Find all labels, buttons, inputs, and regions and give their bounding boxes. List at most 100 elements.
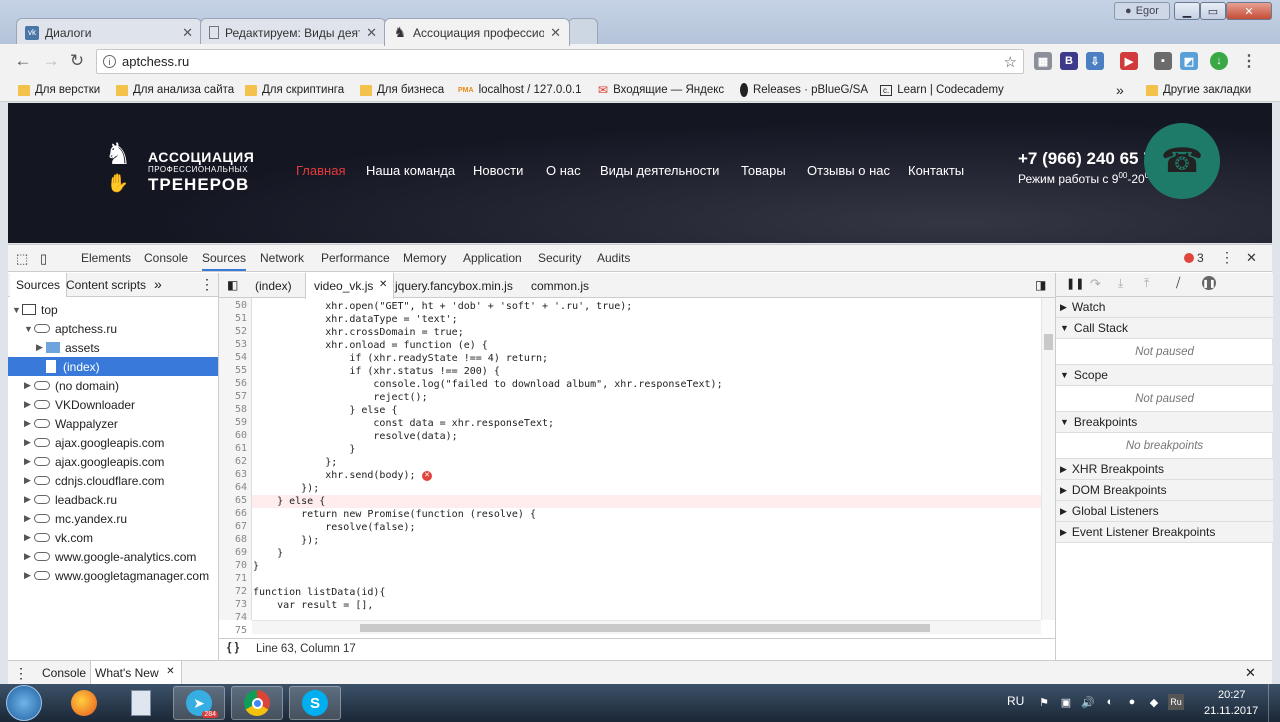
language-indicator[interactable]: RU [1007, 694, 1024, 708]
code-line[interactable]: xhr.open("GET", ht + 'dob' + 'soft' + '.… [253, 300, 632, 313]
debugger-section-header[interactable]: ▼ Call Stack [1056, 318, 1273, 339]
line-number[interactable]: 50 [235, 300, 247, 311]
vertical-scrollbar[interactable] [1041, 298, 1055, 620]
debugger-section-header[interactable]: ▶ Watch [1056, 297, 1273, 318]
download-extension-icon[interactable]: ⇩ [1086, 52, 1104, 70]
close-window-button[interactable]: ✕ [1226, 2, 1272, 20]
nav-activities[interactable]: Виды деятельности [600, 163, 719, 178]
video-extension-icon[interactable]: ▶ [1120, 52, 1138, 70]
extension-icon[interactable]: ◩ [1180, 52, 1198, 70]
nav-home[interactable]: Главная [296, 163, 345, 178]
tray-app-icon[interactable]: ◐ [1102, 694, 1118, 710]
code-line[interactable]: } [253, 547, 283, 560]
line-number[interactable]: 72 [235, 586, 247, 597]
chrome-icon[interactable] [231, 686, 283, 720]
nav-tab-content-scripts[interactable]: Content scripts [66, 278, 146, 292]
calculator-icon[interactable] [115, 686, 167, 720]
debugger-section-header[interactable]: ▶ DOM Breakpoints [1056, 480, 1273, 501]
editor-tab-fancybox[interactable]: jquery.fancybox.min.js [387, 273, 521, 298]
tray-app-icon[interactable]: ◆ [1146, 694, 1162, 710]
minimize-button[interactable]: ▁ [1174, 2, 1200, 20]
close-icon[interactable]: ✕ [166, 666, 174, 677]
step-into-icon[interactable]: ⤓ [1118, 276, 1123, 291]
nav-reviews[interactable]: Отзывы о нас [807, 163, 890, 178]
tree-item[interactable]: ▶ (no domain) [8, 376, 218, 395]
editor-tab-index[interactable]: (index) [247, 273, 300, 298]
bookmark-folder[interactable]: Для анализа сайта [116, 82, 238, 98]
bookmark-folder[interactable]: Для верстки [18, 82, 108, 98]
expand-arrow-icon[interactable]: ▶ [24, 570, 34, 581]
code-line[interactable]: xhr.dataType = 'text'; [253, 313, 457, 326]
line-number[interactable]: 52 [235, 326, 247, 337]
info-icon[interactable]: i [103, 55, 116, 68]
code-line[interactable]: resolve(false); [253, 521, 415, 534]
maximize-button[interactable]: ▭ [1200, 2, 1226, 20]
expand-arrow-icon[interactable]: ▶ [24, 399, 34, 410]
expand-arrow-icon[interactable]: ▶ [24, 380, 34, 391]
editor-tab-video-vk[interactable]: video_vk.js ✕ [305, 273, 395, 299]
callback-button[interactable]: ☎ [1144, 123, 1220, 199]
tab-edit[interactable]: Редактируем: Виды деяте ✕ [200, 18, 386, 46]
panel-elements[interactable]: Elements [81, 251, 131, 265]
panel-memory[interactable]: Memory [403, 251, 446, 265]
error-counter[interactable]: 3 [1184, 251, 1204, 265]
line-number[interactable]: 54 [235, 352, 247, 363]
code-line[interactable]: } else { [253, 404, 397, 417]
panel-performance[interactable]: Performance [321, 251, 390, 265]
clock-date[interactable]: 21.11.2017 [1204, 705, 1258, 717]
bookmark-folder[interactable]: Для скриптинга [245, 82, 353, 98]
tree-item[interactable]: ▶ www.googletagmanager.com [8, 566, 218, 585]
expand-arrow-icon[interactable]: ▶ [24, 418, 34, 429]
code-line[interactable]: xhr.onload = function (e) { [253, 339, 488, 352]
tree-item[interactable]: ▶ Wappalyzer [8, 414, 218, 433]
code-line[interactable]: function listData(id){ [253, 586, 385, 599]
close-icon[interactable]: ✕ [182, 25, 193, 41]
line-number[interactable]: 58 [235, 404, 247, 415]
line-number[interactable]: 61 [235, 443, 247, 454]
line-number[interactable]: 67 [235, 521, 247, 532]
inspect-icon[interactable]: ⬚ [16, 251, 28, 267]
skype-icon[interactable]: S [289, 686, 341, 720]
update-extension-icon[interactable]: ↓ [1210, 52, 1228, 70]
close-icon[interactable]: ✕ [550, 25, 561, 41]
line-number[interactable]: 60 [235, 430, 247, 441]
bootstrap-extension-icon[interactable]: B [1060, 52, 1078, 70]
tab-dialogs[interactable]: vk Диалоги ✕ [16, 18, 202, 46]
expand-arrow-icon[interactable]: ▶ [24, 437, 34, 448]
line-number[interactable]: 63 [235, 469, 247, 480]
panel-application[interactable]: Application [463, 251, 522, 265]
drawer-tab-whats-new[interactable]: What's New ✕ [90, 661, 182, 685]
device-toolbar-icon[interactable]: ▯ [40, 251, 47, 267]
panel-sources[interactable]: Sources [202, 251, 247, 271]
debugger-section-header[interactable]: ▶ XHR Breakpoints [1056, 459, 1273, 480]
tree-item[interactable]: ▶ assets [8, 338, 218, 357]
line-number[interactable]: 53 [235, 339, 247, 350]
extension-icon[interactable]: ▦ [1034, 52, 1052, 70]
tree-item[interactable]: ▶ www.google-analytics.com [8, 547, 218, 566]
tab-association[interactable]: ♞ Ассоциация профессио ✕ [384, 18, 570, 46]
menu-icon[interactable]: ⋮ [1240, 52, 1258, 70]
nav-products[interactable]: Товары [741, 163, 786, 178]
close-icon[interactable]: ✕ [1246, 250, 1257, 266]
expand-arrow-icon[interactable]: ▶ [24, 475, 34, 486]
more-tabs-icon[interactable]: » [154, 276, 162, 292]
step-out-icon[interactable]: ⤒ [1144, 276, 1149, 291]
nav-news[interactable]: Новости [473, 163, 523, 178]
debugger-section-header[interactable]: ▶ Global Listeners [1056, 501, 1273, 522]
code-line[interactable]: }); [253, 534, 319, 547]
line-number[interactable]: 57 [235, 391, 247, 402]
bookmark-localhost[interactable]: PMA localhost / 127.0.0.1 [458, 82, 584, 98]
clock-time[interactable]: 20:27 [1218, 689, 1246, 701]
deactivate-breakpoints-icon[interactable]: ⧸ [1176, 275, 1180, 291]
line-number[interactable]: 55 [235, 365, 247, 376]
code-line[interactable]: }; [253, 456, 337, 469]
code-line[interactable]: if (xhr.status !== 200) { [253, 365, 500, 378]
code-line[interactable]: var result = [], [253, 599, 373, 612]
tree-item[interactable]: ▶ ajax.googleapis.com [8, 452, 218, 471]
toggle-debugger-icon[interactable]: ◨ [1031, 273, 1050, 298]
debugger-section-header[interactable]: ▶ Event Listener Breakpoints [1056, 522, 1273, 543]
panel-audits[interactable]: Audits [597, 251, 630, 265]
line-number[interactable]: 74 [235, 612, 247, 623]
close-icon[interactable]: ✕ [366, 25, 377, 41]
pretty-print-button[interactable]: { } [227, 642, 239, 654]
